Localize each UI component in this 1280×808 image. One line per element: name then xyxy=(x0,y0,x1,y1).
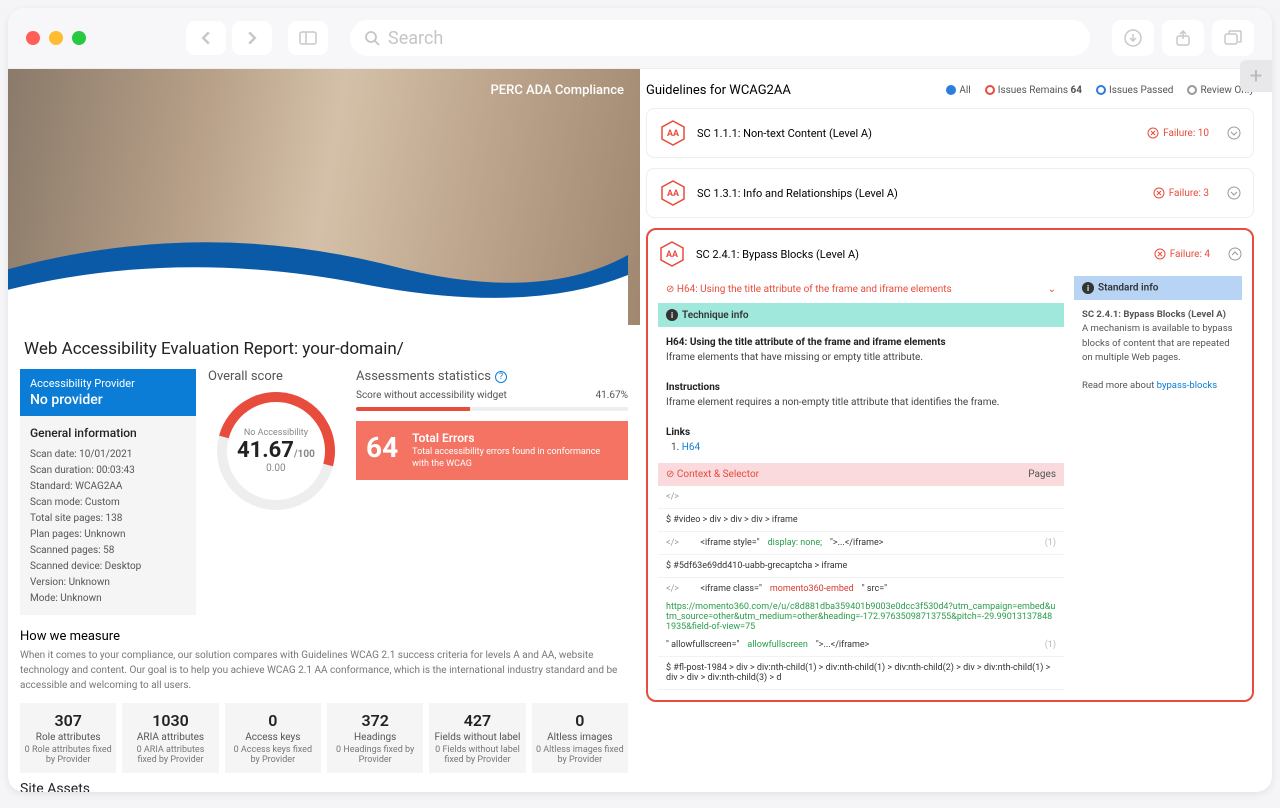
svg-text:AA: AA xyxy=(666,250,679,260)
guideline-detail: AA SC 2.4.1: Bypass Blocks (Level A) Fai… xyxy=(646,228,1254,702)
address-bar[interactable]: Search xyxy=(350,20,1090,56)
stat-card: 0Altless images0 Altless images fixed by… xyxy=(532,703,628,773)
minimize-dot[interactable] xyxy=(49,31,63,45)
downloads-button[interactable] xyxy=(1112,20,1154,56)
guideline-row[interactable]: AA SC 1.1.1: Non-text Content (Level A) … xyxy=(646,108,1254,158)
tabs-button[interactable] xyxy=(1212,20,1254,56)
report-title: Web Accessibility Evaluation Report: you… xyxy=(8,325,640,369)
info-row: Version: Unknown xyxy=(30,575,186,591)
guidelines-title: Guidelines for WCAG2AA xyxy=(646,83,791,98)
back-button[interactable] xyxy=(186,21,226,55)
score-bar xyxy=(356,407,628,411)
info-row: Scanned device: Desktop xyxy=(30,559,186,575)
provider-label: Accessibility Provider xyxy=(30,377,186,390)
stat-card: 0Access keys0 Access keys fixed by Provi… xyxy=(225,703,321,773)
browser-window: Search + PERC ADA Compliance Web Accessi… xyxy=(8,8,1272,792)
errors-card: 64 Total Errors Total accessibility erro… xyxy=(356,421,628,480)
code-row: $ #5df63e69dd410-uabb-grecaptcha > ifram… xyxy=(658,555,1064,578)
info-header: General information xyxy=(30,424,186,443)
level-badge: AA xyxy=(659,119,687,147)
share-button[interactable] xyxy=(1162,20,1204,56)
detail-title: SC 2.4.1: Bypass Blocks (Level A) xyxy=(696,248,859,261)
provider-value: No provider xyxy=(30,392,186,408)
forward-button[interactable] xyxy=(232,21,272,55)
level-badge: AA xyxy=(659,179,687,207)
guidelines-pane: Guidelines for WCAG2AA All Issues Remain… xyxy=(640,69,1272,792)
info-row: Scanned pages: 58 xyxy=(30,543,186,559)
info-icon[interactable]: ? xyxy=(495,371,507,383)
filters: All Issues Remains 64 Issues Passed Revi… xyxy=(946,85,1254,96)
guideline-row[interactable]: AA SC 1.3.1: Info and Relationships (Lev… xyxy=(646,168,1254,218)
hero-banner: PERC ADA Compliance xyxy=(8,69,640,325)
stat-card: 307Role attributes0 Role attributes fixe… xyxy=(20,703,116,773)
info-row: Scan mode: Custom xyxy=(30,495,186,511)
chevron-up-icon[interactable] xyxy=(1228,247,1242,261)
chevron-down-icon xyxy=(1227,186,1241,200)
code-row: </> <iframe style="display: none;">...</… xyxy=(658,532,1064,555)
overall-label: Overall score xyxy=(208,369,344,384)
svg-text:AA: AA xyxy=(667,129,680,139)
context-header: ⊘ Context & SelectorPages xyxy=(658,463,1064,486)
how-we-measure: How we measure When it comes to your com… xyxy=(8,629,640,693)
standard-header: iStandard info xyxy=(1074,276,1242,300)
issue-link[interactable]: ⊘ H64: Using the title attribute of the … xyxy=(658,276,1064,303)
info-row: Total site pages: 138 xyxy=(30,511,186,527)
info-row: Scan date: 10/01/2021 xyxy=(30,447,186,463)
guideline-title: SC 1.3.1: Info and Relationships (Level … xyxy=(697,187,898,200)
new-tab-button[interactable]: + xyxy=(1240,60,1272,92)
code-row: $ #fl-post-1984 > div > div:nth-child(1)… xyxy=(658,657,1064,690)
info-row: Plan pages: Unknown xyxy=(30,527,186,543)
level-badge: AA xyxy=(658,240,686,268)
chevron-down-icon: ⌄ xyxy=(1048,284,1056,295)
stat-card: 372Headings0 Headings fixed by Provider xyxy=(327,703,423,773)
failure-badge: Failure: 10 xyxy=(1147,127,1209,139)
technique-header: iTechnique info xyxy=(658,303,1064,327)
search-placeholder: Search xyxy=(388,28,443,49)
filter-remains[interactable]: Issues Remains 64 xyxy=(985,85,1082,96)
failure-badge: Failure: 3 xyxy=(1153,187,1209,199)
info-row: Mode: Unknown xyxy=(30,591,186,607)
filter-passed[interactable]: Issues Passed xyxy=(1096,85,1173,96)
info-row: Standard: WCAG2AA xyxy=(30,479,186,495)
code-row: $ #video > div > div > div > iframe xyxy=(658,509,1064,532)
general-info: General information Scan date: 10/01/202… xyxy=(20,416,196,615)
stat-card: 1030ARIA attributes0 ARIA attributes fix… xyxy=(122,703,218,773)
report-pane: PERC ADA Compliance Web Accessibility Ev… xyxy=(8,69,640,792)
assets-header: Site Assets xyxy=(8,773,640,792)
chevron-down-icon xyxy=(1227,126,1241,140)
sidebar-toggle[interactable] xyxy=(288,21,328,55)
close-dot[interactable] xyxy=(26,31,40,45)
browser-chrome: Search xyxy=(8,8,1272,69)
hero-badge: PERC ADA Compliance xyxy=(491,83,624,98)
maximize-dot[interactable] xyxy=(72,31,86,45)
provider-card: Accessibility Provider No provider xyxy=(20,369,196,416)
stat-cards: 307Role attributes0 Role attributes fixe… xyxy=(8,693,640,773)
failure-badge: Failure: 4 xyxy=(1154,248,1210,260)
score-gauge: No Accessibility 41.67/100 0.00 xyxy=(195,370,356,531)
h64-link[interactable]: H64 xyxy=(682,442,700,453)
bypass-blocks-link[interactable]: bypass-blocks xyxy=(1157,380,1217,391)
stats-header: Assessments statistics? xyxy=(356,369,628,384)
stat-card: 427Fields without label0 Fields without … xyxy=(429,703,525,773)
code-row: </> <iframe class="momento360-embed" src… xyxy=(658,578,1064,657)
info-row: Scan duration: 00:03:43 xyxy=(30,463,186,479)
traffic-lights xyxy=(26,31,86,45)
code-row: </> xyxy=(658,486,1064,509)
search-icon xyxy=(364,30,380,46)
guideline-title: SC 1.1.1: Non-text Content (Level A) xyxy=(697,127,872,140)
svg-text:AA: AA xyxy=(667,189,680,199)
filter-all[interactable]: All xyxy=(946,85,970,96)
